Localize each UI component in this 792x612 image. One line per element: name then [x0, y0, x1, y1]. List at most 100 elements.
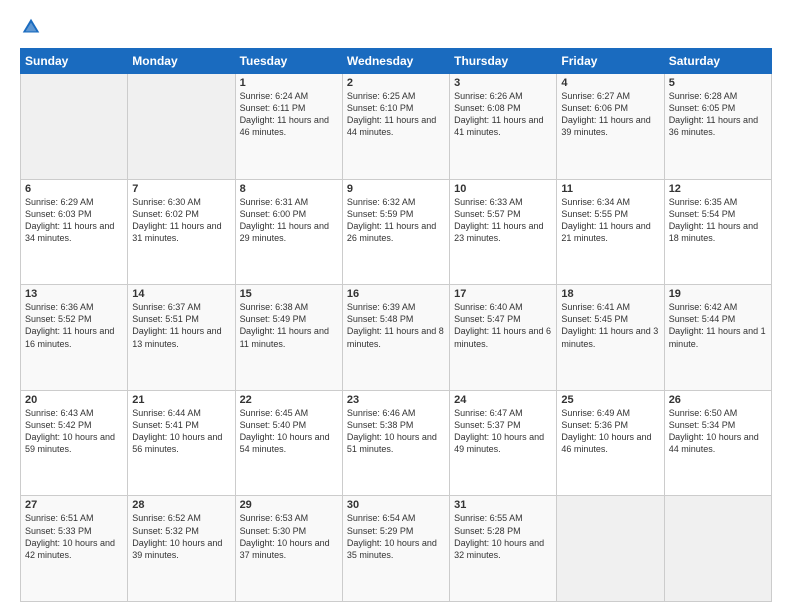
day-info: Sunrise: 6:34 AMSunset: 5:55 PMDaylight:…: [561, 196, 659, 245]
day-info: Sunrise: 6:29 AMSunset: 6:03 PMDaylight:…: [25, 196, 123, 245]
day-info: Sunrise: 6:28 AMSunset: 6:05 PMDaylight:…: [669, 90, 767, 139]
day-number: 6: [25, 183, 123, 195]
calendar-cell: 24Sunrise: 6:47 AMSunset: 5:37 PMDayligh…: [450, 390, 557, 496]
calendar-cell: 25Sunrise: 6:49 AMSunset: 5:36 PMDayligh…: [557, 390, 664, 496]
day-of-week-header: Thursday: [450, 49, 557, 74]
day-number: 1: [240, 77, 338, 89]
calendar-cell: 30Sunrise: 6:54 AMSunset: 5:29 PMDayligh…: [342, 496, 449, 602]
logo: [20, 16, 44, 38]
day-number: 2: [347, 77, 445, 89]
day-number: 25: [561, 394, 659, 406]
day-info: Sunrise: 6:42 AMSunset: 5:44 PMDaylight:…: [669, 301, 767, 350]
calendar-cell: 15Sunrise: 6:38 AMSunset: 5:49 PMDayligh…: [235, 285, 342, 391]
day-info: Sunrise: 6:32 AMSunset: 5:59 PMDaylight:…: [347, 196, 445, 245]
day-number: 18: [561, 288, 659, 300]
day-number: 15: [240, 288, 338, 300]
calendar-cell: 19Sunrise: 6:42 AMSunset: 5:44 PMDayligh…: [664, 285, 771, 391]
day-number: 16: [347, 288, 445, 300]
calendar-cell: 2Sunrise: 6:25 AMSunset: 6:10 PMDaylight…: [342, 74, 449, 180]
calendar-cell: 17Sunrise: 6:40 AMSunset: 5:47 PMDayligh…: [450, 285, 557, 391]
calendar-cell: 23Sunrise: 6:46 AMSunset: 5:38 PMDayligh…: [342, 390, 449, 496]
day-number: 17: [454, 288, 552, 300]
calendar-table: SundayMondayTuesdayWednesdayThursdayFrid…: [20, 48, 772, 602]
calendar-cell: 11Sunrise: 6:34 AMSunset: 5:55 PMDayligh…: [557, 179, 664, 285]
calendar-cell: 8Sunrise: 6:31 AMSunset: 6:00 PMDaylight…: [235, 179, 342, 285]
day-number: 8: [240, 183, 338, 195]
calendar-week-row: 13Sunrise: 6:36 AMSunset: 5:52 PMDayligh…: [21, 285, 772, 391]
calendar-cell: 26Sunrise: 6:50 AMSunset: 5:34 PMDayligh…: [664, 390, 771, 496]
day-of-week-header: Wednesday: [342, 49, 449, 74]
day-info: Sunrise: 6:43 AMSunset: 5:42 PMDaylight:…: [25, 407, 123, 456]
calendar-cell: 31Sunrise: 6:55 AMSunset: 5:28 PMDayligh…: [450, 496, 557, 602]
calendar-cell: 7Sunrise: 6:30 AMSunset: 6:02 PMDaylight…: [128, 179, 235, 285]
calendar-week-row: 27Sunrise: 6:51 AMSunset: 5:33 PMDayligh…: [21, 496, 772, 602]
calendar-cell: 10Sunrise: 6:33 AMSunset: 5:57 PMDayligh…: [450, 179, 557, 285]
day-info: Sunrise: 6:36 AMSunset: 5:52 PMDaylight:…: [25, 301, 123, 350]
day-info: Sunrise: 6:37 AMSunset: 5:51 PMDaylight:…: [132, 301, 230, 350]
calendar-week-row: 20Sunrise: 6:43 AMSunset: 5:42 PMDayligh…: [21, 390, 772, 496]
calendar-cell: [128, 74, 235, 180]
day-info: Sunrise: 6:54 AMSunset: 5:29 PMDaylight:…: [347, 512, 445, 561]
day-info: Sunrise: 6:52 AMSunset: 5:32 PMDaylight:…: [132, 512, 230, 561]
header: [20, 16, 772, 38]
day-info: Sunrise: 6:24 AMSunset: 6:11 PMDaylight:…: [240, 90, 338, 139]
day-number: 13: [25, 288, 123, 300]
day-info: Sunrise: 6:53 AMSunset: 5:30 PMDaylight:…: [240, 512, 338, 561]
day-info: Sunrise: 6:30 AMSunset: 6:02 PMDaylight:…: [132, 196, 230, 245]
day-info: Sunrise: 6:51 AMSunset: 5:33 PMDaylight:…: [25, 512, 123, 561]
day-number: 11: [561, 183, 659, 195]
day-info: Sunrise: 6:25 AMSunset: 6:10 PMDaylight:…: [347, 90, 445, 139]
day-number: 20: [25, 394, 123, 406]
day-of-week-header: Tuesday: [235, 49, 342, 74]
calendar-week-row: 1Sunrise: 6:24 AMSunset: 6:11 PMDaylight…: [21, 74, 772, 180]
day-number: 22: [240, 394, 338, 406]
calendar-cell: 29Sunrise: 6:53 AMSunset: 5:30 PMDayligh…: [235, 496, 342, 602]
day-number: 24: [454, 394, 552, 406]
day-info: Sunrise: 6:46 AMSunset: 5:38 PMDaylight:…: [347, 407, 445, 456]
calendar-cell: 16Sunrise: 6:39 AMSunset: 5:48 PMDayligh…: [342, 285, 449, 391]
day-of-week-header: Monday: [128, 49, 235, 74]
calendar-header-row: SundayMondayTuesdayWednesdayThursdayFrid…: [21, 49, 772, 74]
day-number: 23: [347, 394, 445, 406]
calendar-cell: 13Sunrise: 6:36 AMSunset: 5:52 PMDayligh…: [21, 285, 128, 391]
day-number: 19: [669, 288, 767, 300]
calendar-cell: 9Sunrise: 6:32 AMSunset: 5:59 PMDaylight…: [342, 179, 449, 285]
day-number: 14: [132, 288, 230, 300]
day-number: 27: [25, 499, 123, 511]
logo-icon: [20, 16, 42, 38]
day-info: Sunrise: 6:26 AMSunset: 6:08 PMDaylight:…: [454, 90, 552, 139]
day-number: 10: [454, 183, 552, 195]
calendar-cell: 4Sunrise: 6:27 AMSunset: 6:06 PMDaylight…: [557, 74, 664, 180]
day-number: 5: [669, 77, 767, 89]
day-info: Sunrise: 6:39 AMSunset: 5:48 PMDaylight:…: [347, 301, 445, 350]
calendar-cell: 6Sunrise: 6:29 AMSunset: 6:03 PMDaylight…: [21, 179, 128, 285]
day-info: Sunrise: 6:45 AMSunset: 5:40 PMDaylight:…: [240, 407, 338, 456]
day-info: Sunrise: 6:27 AMSunset: 6:06 PMDaylight:…: [561, 90, 659, 139]
day-info: Sunrise: 6:50 AMSunset: 5:34 PMDaylight:…: [669, 407, 767, 456]
day-number: 4: [561, 77, 659, 89]
day-of-week-header: Sunday: [21, 49, 128, 74]
calendar-cell: 22Sunrise: 6:45 AMSunset: 5:40 PMDayligh…: [235, 390, 342, 496]
day-number: 31: [454, 499, 552, 511]
day-info: Sunrise: 6:49 AMSunset: 5:36 PMDaylight:…: [561, 407, 659, 456]
day-number: 26: [669, 394, 767, 406]
calendar-cell: 5Sunrise: 6:28 AMSunset: 6:05 PMDaylight…: [664, 74, 771, 180]
day-number: 3: [454, 77, 552, 89]
day-info: Sunrise: 6:41 AMSunset: 5:45 PMDaylight:…: [561, 301, 659, 350]
day-info: Sunrise: 6:33 AMSunset: 5:57 PMDaylight:…: [454, 196, 552, 245]
day-number: 9: [347, 183, 445, 195]
calendar-cell: 20Sunrise: 6:43 AMSunset: 5:42 PMDayligh…: [21, 390, 128, 496]
day-info: Sunrise: 6:44 AMSunset: 5:41 PMDaylight:…: [132, 407, 230, 456]
day-info: Sunrise: 6:38 AMSunset: 5:49 PMDaylight:…: [240, 301, 338, 350]
calendar-cell: [21, 74, 128, 180]
calendar-cell: 27Sunrise: 6:51 AMSunset: 5:33 PMDayligh…: [21, 496, 128, 602]
day-number: 7: [132, 183, 230, 195]
calendar-week-row: 6Sunrise: 6:29 AMSunset: 6:03 PMDaylight…: [21, 179, 772, 285]
day-number: 12: [669, 183, 767, 195]
page: SundayMondayTuesdayWednesdayThursdayFrid…: [0, 0, 792, 612]
day-info: Sunrise: 6:47 AMSunset: 5:37 PMDaylight:…: [454, 407, 552, 456]
day-of-week-header: Saturday: [664, 49, 771, 74]
day-info: Sunrise: 6:40 AMSunset: 5:47 PMDaylight:…: [454, 301, 552, 350]
calendar-cell: 12Sunrise: 6:35 AMSunset: 5:54 PMDayligh…: [664, 179, 771, 285]
calendar-cell: 21Sunrise: 6:44 AMSunset: 5:41 PMDayligh…: [128, 390, 235, 496]
